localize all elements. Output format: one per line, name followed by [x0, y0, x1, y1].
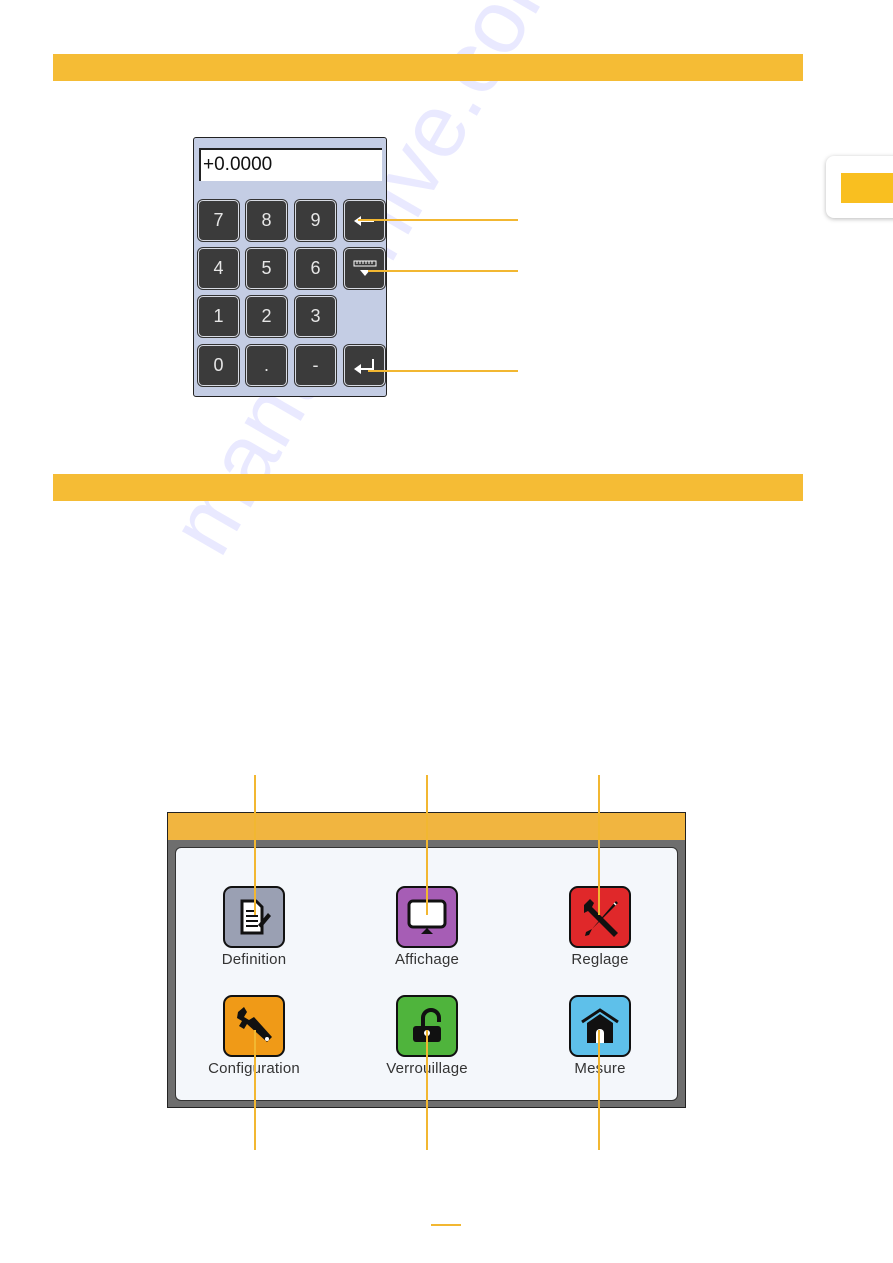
tools-icon: [569, 886, 631, 948]
key-5[interactable]: 5: [246, 248, 287, 289]
menu-label-affichage: Affichage: [394, 951, 460, 968]
key-9[interactable]: 9: [295, 200, 336, 241]
section-header-band-2: [53, 474, 803, 501]
key-8[interactable]: 8: [246, 200, 287, 241]
key-minus[interactable]: -: [295, 345, 336, 386]
callout-mesure: [598, 1030, 600, 1150]
menu-item-reglage[interactable]: Reglage: [530, 886, 670, 968]
callout-backspace: [358, 219, 518, 221]
section-header-band-1: [53, 54, 803, 81]
key-7[interactable]: 7: [198, 200, 239, 241]
chapter-tab-marker: [841, 173, 893, 203]
key-1[interactable]: 1: [198, 296, 239, 337]
callout-definition: [254, 775, 256, 915]
enter-key[interactable]: [344, 345, 385, 386]
menu-item-mesure[interactable]: Mesure: [530, 995, 670, 1077]
chapter-tab[interactable]: [826, 156, 893, 218]
numeric-keypad: +0.0000 7 8 9 4 5 6 1 2 3 0 . -: [193, 137, 387, 397]
callout-enter: [368, 370, 518, 372]
callout-acquire: [368, 270, 518, 272]
callout-reglage: [598, 775, 600, 915]
menu-label-mesure: Mesure: [574, 1060, 626, 1077]
key-4[interactable]: 4: [198, 248, 239, 289]
acquire-measure-key[interactable]: [344, 248, 385, 289]
keypad-display[interactable]: +0.0000: [199, 148, 382, 181]
callout-affichage: [426, 775, 428, 915]
home-icon: [569, 995, 631, 1057]
page-footer-line: [431, 1224, 461, 1226]
key-3[interactable]: 3: [295, 296, 336, 337]
menu-label-definition: Definition: [221, 951, 287, 968]
key-2[interactable]: 2: [246, 296, 287, 337]
key-6[interactable]: 6: [295, 248, 336, 289]
callout-verrouillage: [426, 1030, 428, 1150]
key-0[interactable]: 0: [198, 345, 239, 386]
key-decimal[interactable]: .: [246, 345, 287, 386]
menu-label-reglage: Reglage: [571, 951, 629, 968]
ruler-down-icon: [353, 260, 376, 276]
callout-configuration: [254, 1030, 256, 1150]
